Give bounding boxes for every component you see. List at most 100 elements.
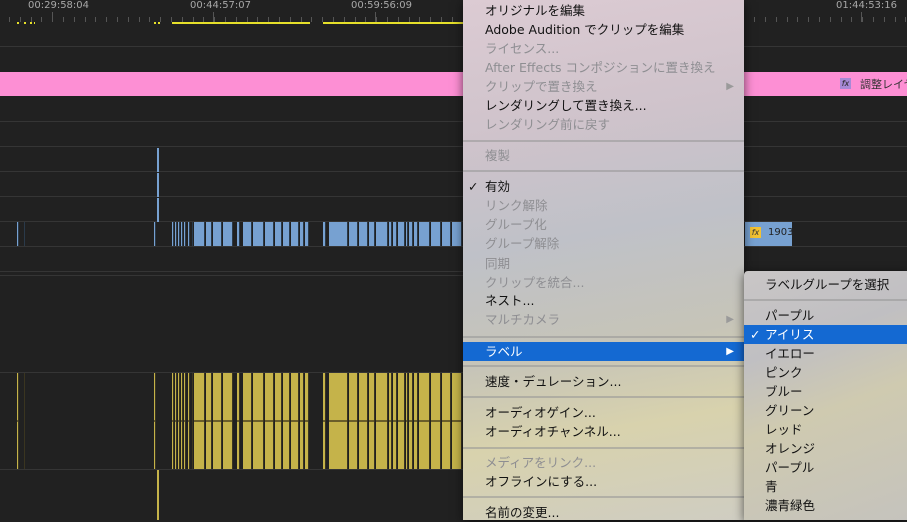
audio-clip[interactable] [300,373,304,469]
audio-clip[interactable] [275,373,282,469]
audio-clip[interactable] [398,373,405,469]
clip-sliver[interactable] [157,148,159,172]
audio-clip[interactable] [431,373,441,469]
label-item[interactable]: ピンク [744,363,907,382]
audio-clip[interactable] [452,373,462,469]
audio-clip[interactable] [206,373,212,469]
clip-sliver[interactable] [157,198,159,222]
video-clip[interactable] [283,222,290,246]
video-clip[interactable] [369,222,375,246]
audio-clip[interactable] [323,373,326,469]
audio-clip[interactable] [406,373,408,469]
video-clip[interactable] [24,222,25,246]
audio-clip[interactable] [414,373,418,469]
video-clip[interactable] [398,222,405,246]
audio-clip[interactable] [265,373,274,469]
video-clip[interactable] [178,222,180,246]
label-group-select-item[interactable]: ラベルグループを選択 [744,275,907,294]
label-item[interactable]: グリーン [744,401,907,420]
label-item[interactable]: パープル [744,458,907,477]
video-clip[interactable] [409,222,413,246]
menu-item-19[interactable]: オーディオチャンネル... [463,422,744,441]
video-clip[interactable] [414,222,418,246]
audio-clip[interactable] [172,373,174,469]
video-clip[interactable] [300,222,304,246]
audio-clip[interactable] [213,373,222,469]
video-clip[interactable] [223,222,233,246]
video-clip[interactable] [188,222,190,246]
video-clip[interactable] [237,222,240,246]
audio-clip[interactable] [175,373,177,469]
audio-clip[interactable] [243,373,252,469]
audio-clip[interactable] [188,373,190,469]
audio-clip[interactable] [291,373,299,469]
label-item[interactable]: ✓ アイリス [744,325,907,344]
audio-clip[interactable] [419,373,430,469]
audio-clip[interactable] [184,373,186,469]
menu-item-1[interactable]: Adobe Audition でクリップを編集 [463,20,744,39]
audio-clip[interactable] [178,373,180,469]
audio-clip[interactable] [181,373,183,469]
menu-item-22[interactable]: 名前の変更... [463,503,744,522]
clip-sliver[interactable] [157,173,159,197]
video-clip[interactable] [329,222,348,246]
audio-clip[interactable] [359,373,368,469]
menu-item-16[interactable]: ラベル ▶ [463,342,744,361]
label-item[interactable]: オレンジ [744,439,907,458]
audio-clip[interactable] [376,373,388,469]
audio-clip[interactable] [192,373,193,469]
video-clip[interactable] [184,222,186,246]
video-clip[interactable] [349,222,358,246]
label-item[interactable]: イエロー [744,344,907,363]
audio-clip[interactable] [24,373,25,469]
label-item[interactable]: 濃青緑色 [744,496,907,515]
audio-clip[interactable] [223,373,233,469]
label-item[interactable]: パープル [744,306,907,325]
audio-clip[interactable] [253,373,264,469]
video-clip[interactable] [359,222,368,246]
label-item[interactable]: レッド [744,420,907,439]
audio-clip[interactable] [369,373,375,469]
video-clip[interactable] [431,222,441,246]
time-ruler[interactable] [0,12,907,22]
label-item[interactable]: 青 [744,477,907,496]
label-item[interactable]: ブルー [744,382,907,401]
video-clip[interactable] [206,222,212,246]
audio-clip[interactable] [305,373,309,469]
video-clip[interactable] [172,222,174,246]
audio-clip[interactable] [17,373,19,469]
video-clip[interactable] [154,222,156,246]
audio-clip[interactable] [194,373,205,469]
audio-clip[interactable] [393,373,397,469]
audio-clip[interactable] [442,373,451,469]
menu-item-21[interactable]: オフラインにする... [463,472,744,491]
video-clip[interactable] [192,222,193,246]
clip-sliver[interactable] [157,470,159,520]
audio-clip[interactable] [349,373,358,469]
video-clip[interactable] [243,222,252,246]
adjustment-layer-clip[interactable]: fx 調整レイヤー [0,72,907,96]
audio-clip[interactable] [237,373,240,469]
video-clip[interactable] [376,222,388,246]
video-clip[interactable] [389,222,392,246]
video-clip[interactable] [419,222,430,246]
video-clip[interactable] [406,222,408,246]
video-clip[interactable] [213,222,222,246]
video-clip[interactable] [17,222,19,246]
audio-clip[interactable] [283,373,290,469]
video-clip[interactable] [442,222,451,246]
menu-item-18[interactable]: オーディオゲイン... [463,403,744,422]
video-clip[interactable] [305,222,309,246]
audio-clip[interactable] [154,373,156,469]
video-clip[interactable] [291,222,299,246]
menu-item-8[interactable]: ✓ 有効 [463,177,744,196]
menu-item-0[interactable]: オリジナルを編集 [463,1,744,20]
video-clip[interactable] [175,222,177,246]
video-clip[interactable] [323,222,326,246]
audio-clip[interactable] [409,373,413,469]
menu-item-17[interactable]: 速度・デュレーション... [463,372,744,391]
audio-clip[interactable] [329,373,348,469]
menu-item-14[interactable]: ネスト... [463,291,744,310]
video-clip[interactable] [452,222,462,246]
video-clip[interactable] [393,222,397,246]
